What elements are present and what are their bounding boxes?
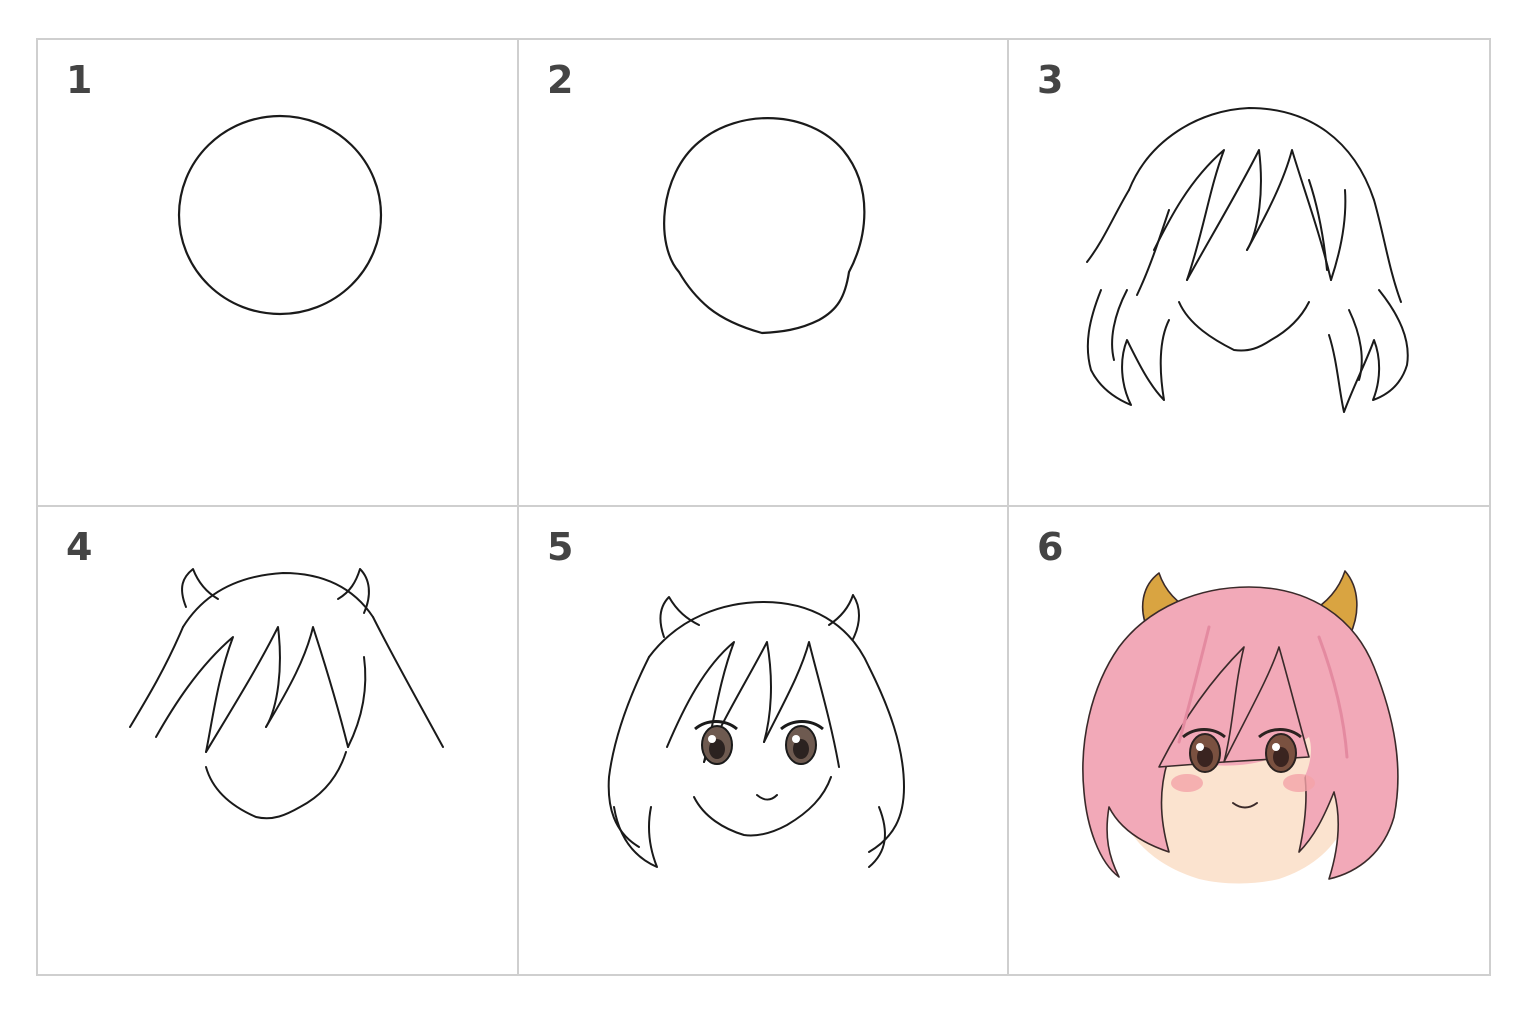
- step-3-panel: 3: [1009, 40, 1489, 507]
- hair-outline-drawing: [1009, 40, 1489, 507]
- step-6-panel: 6: [1009, 507, 1489, 974]
- step-4-panel: 4: [38, 507, 519, 974]
- step-grid: 1 2 3 4 5 6: [36, 38, 1491, 976]
- horns-and-bangs-drawing: [38, 507, 519, 974]
- face-details-drawing: [519, 507, 1009, 974]
- step-2-panel: 2: [519, 40, 1009, 507]
- step-5-panel: 5: [519, 507, 1009, 974]
- step-1-panel: 1: [38, 40, 519, 507]
- colored-character-drawing: [1009, 507, 1489, 884]
- face-outline-drawing: [519, 40, 1009, 507]
- head-circle-drawing: [38, 40, 519, 507]
- eyes: [695, 722, 823, 765]
